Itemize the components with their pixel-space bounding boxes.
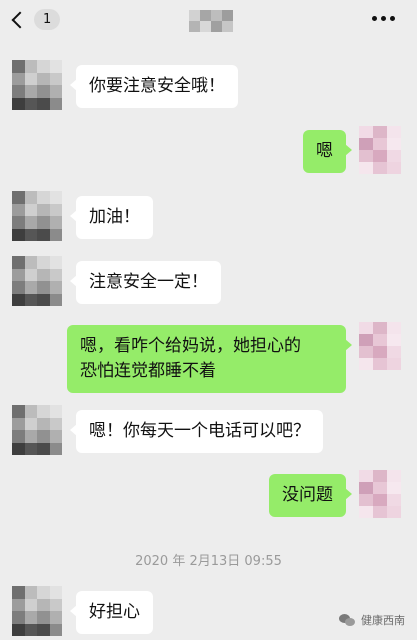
contact-avatar[interactable] <box>12 405 62 455</box>
watermark: 健康西南 <box>339 612 405 628</box>
watermark-text: 健康西南 <box>361 614 405 627</box>
unread-count-badge: 1 <box>34 9 61 30</box>
more-dots-icon <box>372 16 395 21</box>
message-bubble-incoming[interactable]: 你要注意安全哦！ <box>70 65 238 108</box>
message-bubble-incoming[interactable]: 注意安全一定！ <box>70 261 221 304</box>
message-bubble-outgoing[interactable]: 嗯，看咋个给妈说，她担心的 恐怕连觉都睡不着 <box>67 325 352 393</box>
contact-avatar[interactable] <box>12 191 62 241</box>
my-avatar[interactable] <box>359 470 401 518</box>
message-bubble-incoming[interactable]: 好担心 <box>70 591 153 634</box>
chat-message-list[interactable]: 你要注意安全哦！ 嗯 加油！ 注意安全一定！ 嗯，看咋个给妈说，她担心的 恐怕连… <box>0 46 417 640</box>
back-button[interactable]: 1 <box>11 9 61 30</box>
contact-avatar[interactable] <box>12 60 62 110</box>
contact-avatar[interactable] <box>12 256 62 306</box>
navbar: 1 <box>0 0 417 46</box>
message-bubble-outgoing[interactable]: 没问题 <box>269 474 352 517</box>
message-line: 嗯，看咋个给妈说，她担心的 <box>80 336 301 356</box>
more-button[interactable] <box>372 16 395 21</box>
message-line: 恐怕连觉都睡不着 <box>80 361 216 381</box>
chat-title-redacted <box>189 10 233 32</box>
chevron-left-icon <box>11 11 29 28</box>
contact-avatar[interactable] <box>12 586 62 636</box>
message-timestamp: 2020 年 2月13日 09:55 <box>135 554 282 569</box>
my-avatar[interactable] <box>359 322 401 370</box>
message-bubble-incoming[interactable]: 加油！ <box>70 196 153 239</box>
message-bubble-incoming[interactable]: 嗯！你每天一个电话可以吧？ <box>70 410 323 453</box>
message-bubble-outgoing[interactable]: 嗯 <box>303 130 352 173</box>
wechat-icon <box>339 613 357 627</box>
my-avatar[interactable] <box>359 126 401 174</box>
